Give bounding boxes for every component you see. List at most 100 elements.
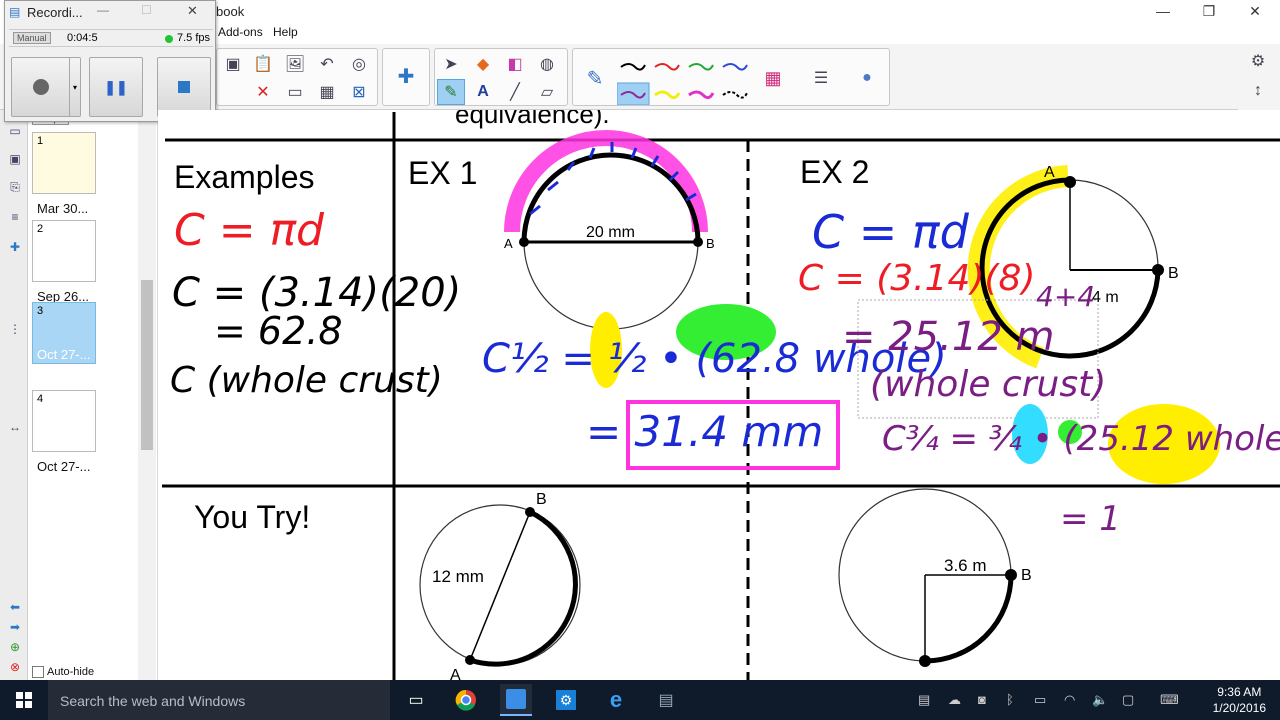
addons-tab-icon[interactable]: ✚ bbox=[6, 238, 24, 256]
attachments-tab-icon[interactable]: ⎘ bbox=[6, 178, 24, 196]
task-view-icon[interactable]: ▭ bbox=[400, 684, 432, 716]
eraser-icon[interactable]: ▱ bbox=[533, 79, 561, 105]
stop-button[interactable] bbox=[157, 57, 211, 117]
page-label: Oct 27-... bbox=[37, 459, 91, 474]
tray-sync-icon[interactable]: ◙ bbox=[978, 692, 986, 707]
recorder-title: Recordi... bbox=[27, 5, 83, 20]
action-center-icon[interactable]: ▢ bbox=[1122, 692, 1134, 708]
keyboard-icon[interactable]: ⌨ bbox=[1160, 692, 1179, 708]
table-icon[interactable]: ▦ bbox=[313, 79, 341, 105]
handwritten-ex2-result: = 25.12 m bbox=[842, 314, 1054, 360]
recorder-maximize-button[interactable]: ☐ bbox=[141, 3, 152, 17]
page-thumbnail-3[interactable]: 3 Oct 27-... bbox=[32, 302, 96, 364]
recorder-window: ▤ Recordi... — ☐ ✕ Manual 0:04:5 7.5 fps… bbox=[4, 0, 216, 122]
handwritten-ex2-formula: C = πd bbox=[812, 205, 970, 259]
document-camera-icon[interactable]: ◎ bbox=[345, 51, 373, 77]
settings-icon[interactable]: ⚙ bbox=[1244, 48, 1272, 74]
insert-picture-icon[interactable]: 🖼 bbox=[281, 51, 309, 77]
page-thumbnail-1[interactable]: 1 Mar 30... bbox=[32, 132, 96, 216]
recorder-minimize-button[interactable]: — bbox=[97, 3, 109, 17]
auto-hide-checkbox[interactable] bbox=[32, 666, 44, 678]
stop-icon bbox=[178, 81, 190, 93]
properties-icon[interactable]: ● bbox=[853, 65, 881, 91]
eraser-tool-icon[interactable]: ◧ bbox=[501, 51, 529, 77]
screen-shade-icon[interactable]: ▭ bbox=[281, 79, 309, 105]
ex1-point-b: B bbox=[706, 236, 715, 251]
battery-icon[interactable]: ▭ bbox=[1034, 692, 1046, 708]
pause-icon: ❚❚ bbox=[104, 78, 128, 95]
line-style-icon[interactable]: ☰ bbox=[807, 65, 835, 91]
color-palette-icon[interactable]: ▦ bbox=[759, 65, 787, 91]
clear-page-icon[interactable]: ⊠ bbox=[345, 79, 373, 105]
clock-time: 9:36 AM bbox=[1217, 685, 1262, 699]
page-number: 1 bbox=[37, 135, 44, 147]
handwritten-ex2-whole: (whole crust) bbox=[870, 364, 1106, 405]
whiteboard-canvas[interactable]: equivalence). Examples EX 1 EX 2 You Try… bbox=[158, 110, 1280, 680]
shapes-icon[interactable]: ◆ bbox=[469, 51, 497, 77]
tray-app-icon[interactable]: ▤ bbox=[918, 692, 930, 708]
previous-page-icon[interactable]: ⬅ bbox=[6, 598, 24, 616]
recorder-fps: 7.5 fps bbox=[177, 32, 211, 44]
delete-icon[interactable]: ✕ bbox=[249, 79, 277, 105]
recorder-elapsed-time: 0:04:5 bbox=[67, 32, 98, 44]
puzzle-icon[interactable]: ✚ bbox=[392, 63, 420, 89]
start-button[interactable] bbox=[0, 680, 48, 720]
paste-icon[interactable]: 📋 bbox=[249, 51, 277, 77]
chrome-icon[interactable] bbox=[450, 684, 482, 716]
text-icon[interactable]: A bbox=[469, 79, 497, 105]
page-thumbnail-2[interactable]: 2 Sep 26... bbox=[32, 220, 96, 304]
recording-status-icon bbox=[165, 35, 173, 43]
pause-button[interactable]: ❚❚ bbox=[89, 57, 143, 117]
undo-icon[interactable]: ↶ bbox=[313, 51, 341, 77]
minimize-button[interactable]: — bbox=[1140, 0, 1186, 22]
page-sorter-tab-icon[interactable]: ▭ bbox=[6, 122, 24, 140]
properties-tab-icon[interactable]: ≡ bbox=[6, 208, 24, 226]
handwritten-step-2: = 62.8 bbox=[214, 309, 343, 353]
page-label: Oct 27-... bbox=[37, 347, 91, 362]
record-button[interactable] bbox=[11, 57, 71, 117]
select-arrow-icon[interactable]: ➤ bbox=[437, 51, 465, 77]
system-tray: ▤ ☁ ◙ ᛒ ▭ ◠ 🔈 ▢ ⌨ 9:36 AM 1/20/2016 bbox=[910, 680, 1280, 720]
line-icon[interactable]: ╱ bbox=[501, 79, 529, 105]
ex1-heading: EX 1 bbox=[408, 155, 477, 191]
smart-notebook-icon[interactable] bbox=[500, 684, 532, 716]
edge-browser-icon[interactable]: e bbox=[600, 684, 632, 716]
recorder-mode-select[interactable]: Manual bbox=[13, 32, 51, 44]
menu-help[interactable]: Help bbox=[273, 25, 298, 39]
close-window-button[interactable]: ✕ bbox=[1232, 0, 1278, 22]
record-icon bbox=[33, 79, 49, 95]
taskbar-search-box[interactable]: Search the web and Windows bbox=[48, 680, 390, 720]
wifi-icon[interactable]: ◠ bbox=[1064, 692, 1075, 708]
settings-gear-icon[interactable]: ⚙ bbox=[550, 684, 582, 716]
sidebar-collapse-icon[interactable]: ⋮ bbox=[6, 320, 24, 338]
fill-icon[interactable]: ◍ bbox=[533, 51, 561, 77]
scrollbar-thumb[interactable] bbox=[141, 280, 153, 450]
recorder-taskbar-icon[interactable]: ▤ bbox=[650, 684, 682, 716]
sidebar-resize-icon[interactable]: ↔ bbox=[6, 418, 24, 436]
handwritten-ex2-sum: 4+4 bbox=[1036, 280, 1095, 313]
system-clock[interactable]: 9:36 AM 1/20/2016 bbox=[1213, 684, 1266, 716]
add-page-icon[interactable]: ⊕ bbox=[6, 638, 24, 656]
volume-icon[interactable]: 🔈 bbox=[1092, 692, 1108, 708]
windows-logo-icon bbox=[16, 692, 32, 708]
menu-add-ons[interactable]: Add-ons bbox=[218, 25, 263, 39]
delete-page-icon[interactable]: ⊗ bbox=[6, 658, 24, 676]
window-title: book bbox=[216, 4, 245, 19]
recorder-close-button[interactable]: ✕ bbox=[187, 3, 198, 19]
onedrive-icon[interactable]: ☁ bbox=[948, 692, 961, 708]
examples-heading: Examples bbox=[174, 159, 315, 195]
pen-tool-icon[interactable]: ✎ bbox=[581, 65, 609, 91]
auto-hide-option[interactable]: Auto-hide bbox=[32, 666, 94, 678]
page-thumbnail-4[interactable]: 4 Oct 27-... bbox=[32, 390, 96, 474]
ex1-point-a: A bbox=[504, 236, 513, 251]
toolbar-position-icon[interactable]: ↕ bbox=[1244, 78, 1272, 104]
record-options-button[interactable]: ▾ bbox=[69, 57, 81, 117]
pens-icon[interactable]: ✎ bbox=[437, 79, 465, 105]
you-try-heading: You Try! bbox=[194, 499, 310, 535]
bluetooth-icon[interactable]: ᛒ bbox=[1006, 692, 1014, 707]
screen-capture-icon[interactable]: ▣ bbox=[219, 51, 247, 77]
next-page-icon[interactable]: ➡ bbox=[6, 618, 24, 636]
sidebar-scrollbar[interactable] bbox=[138, 120, 156, 680]
gallery-tab-icon[interactable]: ▣ bbox=[6, 150, 24, 168]
maximize-button[interactable]: ❐ bbox=[1186, 0, 1232, 22]
